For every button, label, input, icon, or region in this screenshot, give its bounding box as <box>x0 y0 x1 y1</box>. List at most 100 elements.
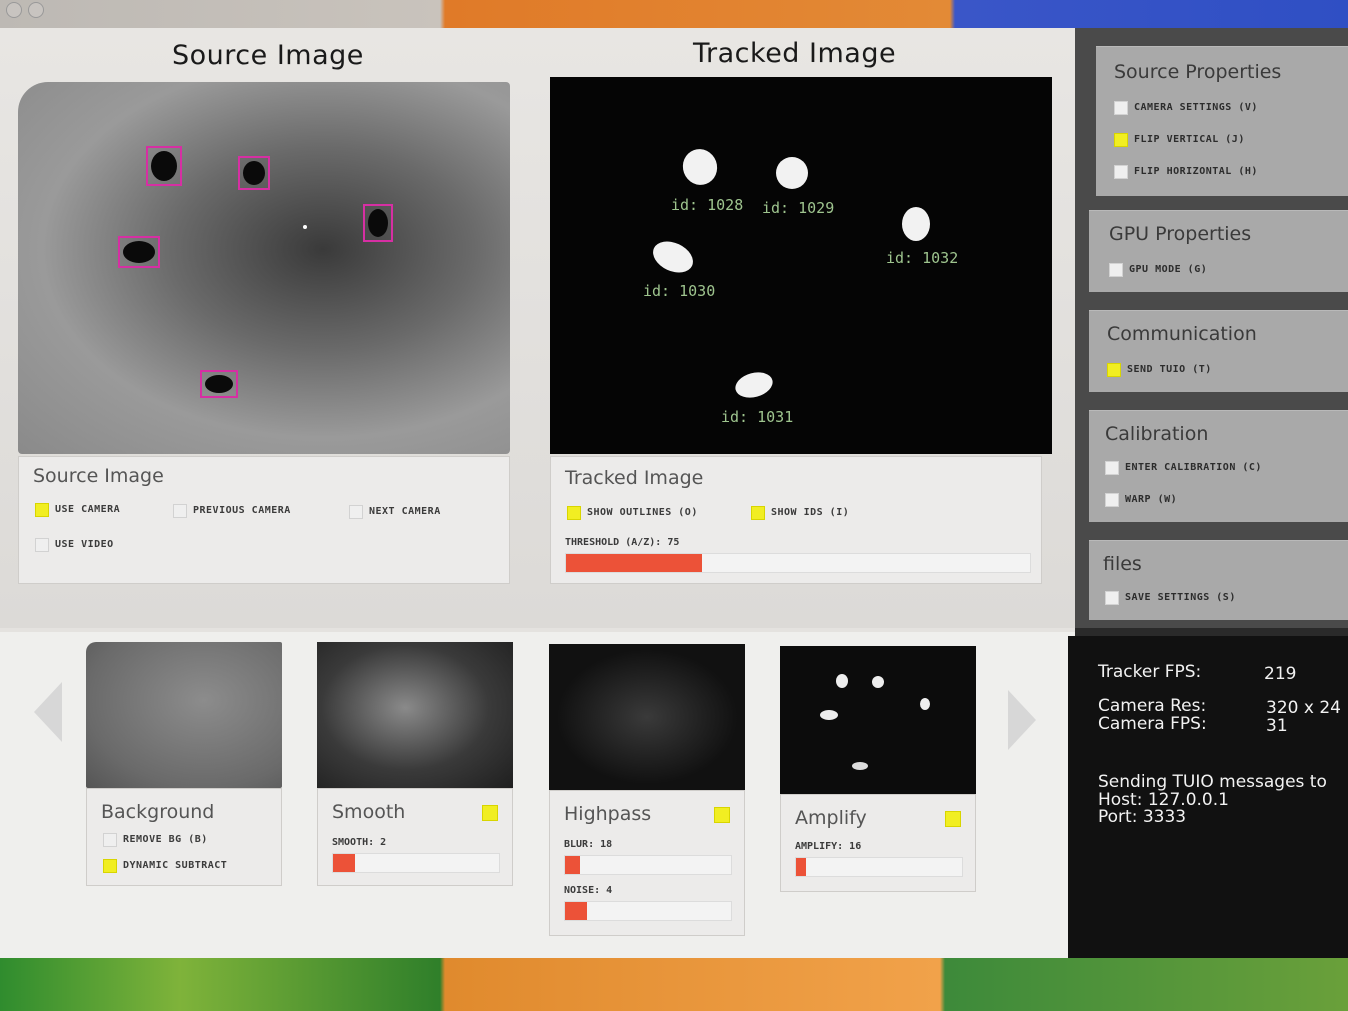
threshold-label: THRESHOLD (A/Z): 75 <box>565 537 680 548</box>
blur-slider-fill <box>565 856 580 874</box>
blob-id-label: id: 1031 <box>721 408 794 426</box>
use-video-checkbox[interactable] <box>35 538 49 552</box>
blob-marker <box>146 146 182 186</box>
blob-id-label: id: 1029 <box>762 199 835 217</box>
source-properties-panel: Source Properties CAMERA SETTINGS (V) FL… <box>1096 46 1348 196</box>
tracked-image-panel: Tracked Image SHOW OUTLINES (O) SHOW IDS… <box>550 456 1042 584</box>
amplify-slider[interactable] <box>795 857 963 877</box>
amplify-slider-fill <box>796 858 806 876</box>
camera-fps-value: 31 <box>1266 716 1288 736</box>
screen: Source Image Tracked Image id: 1028 id: … <box>0 0 1348 1011</box>
dynamic-subtract-checkbox[interactable] <box>103 859 117 873</box>
gpu-mode-label: GPU MODE (G) <box>1129 264 1208 275</box>
amplify-slider-label: AMPLIFY: 16 <box>795 841 862 852</box>
amplify-filter-title: Amplify <box>795 807 867 829</box>
smooth-filter-thumbnail <box>317 642 513 788</box>
remove-bg-checkbox[interactable] <box>103 833 117 847</box>
smooth-slider-fill <box>333 854 356 872</box>
camera-fps-label: Camera FPS: <box>1098 714 1207 734</box>
flip-vertical-checkbox[interactable] <box>1114 133 1128 147</box>
scroll-right-arrow-icon[interactable] <box>1008 690 1036 750</box>
previous-camera-label: PREVIOUS CAMERA <box>193 505 291 516</box>
dynamic-subtract-label: DYNAMIC SUBTRACT <box>123 860 228 871</box>
desktop-top-strip <box>0 0 1348 30</box>
background-filter-panel: Background REMOVE BG (B) DYNAMIC SUBTRAC… <box>86 788 282 886</box>
noise-slider[interactable] <box>564 901 732 921</box>
sending-tuio-label: Sending TUIO messages to <box>1098 772 1327 792</box>
source-image-panel: Source Image USE CAMERA PREVIOUS CAMERA … <box>18 456 510 584</box>
highpass-enable-toggle[interactable] <box>714 807 730 823</box>
blob-id-label: id: 1032 <box>886 249 959 267</box>
tracked-image-heading: Tracked Image <box>693 38 897 69</box>
tracked-blob <box>677 144 723 190</box>
highpass-filter-thumbnail <box>549 644 745 790</box>
blob-id-label: id: 1030 <box>643 282 716 300</box>
noise-slider-fill <box>565 902 588 920</box>
smooth-filter-title: Smooth <box>332 801 406 823</box>
highpass-filter-title: Highpass <box>564 803 652 825</box>
flip-vertical-label: FLIP VERTICAL (J) <box>1134 134 1245 145</box>
window-minimize-icon[interactable] <box>28 2 44 18</box>
tracked-blob <box>648 235 698 279</box>
gpu-properties-panel: GPU Properties GPU MODE (G) <box>1089 210 1348 292</box>
files-title: files <box>1103 553 1142 575</box>
save-settings-checkbox[interactable] <box>1105 591 1119 605</box>
smooth-slider[interactable] <box>332 853 500 873</box>
show-outlines-checkbox[interactable] <box>567 506 581 520</box>
show-ids-label: SHOW IDS (I) <box>771 507 850 518</box>
noise-slider-label: NOISE: 4 <box>564 885 613 896</box>
tracked-blob <box>902 207 930 241</box>
background-filter-thumbnail <box>86 642 282 788</box>
warp-label: WARP (W) <box>1125 494 1178 505</box>
blob-id-label: id: 1028 <box>671 196 744 214</box>
tracker-fps-value: 219 <box>1264 664 1297 684</box>
blur-slider[interactable] <box>564 855 732 875</box>
blob-marker <box>200 370 238 398</box>
camera-res-value: 320 x 24 <box>1266 698 1341 718</box>
highpass-filter-panel: Highpass BLUR: 18 NOISE: 4 <box>549 790 745 936</box>
scroll-left-arrow-icon[interactable] <box>34 682 62 742</box>
flip-horizontal-label: FLIP HORIZONTAL (H) <box>1134 166 1258 177</box>
enter-calibration-label: ENTER CALIBRATION (C) <box>1125 462 1262 473</box>
smooth-slider-label: SMOOTH: 2 <box>332 837 387 848</box>
background-filter-title: Background <box>101 801 215 823</box>
tracker-fps-label: Tracker FPS: <box>1098 662 1202 682</box>
calibration-title: Calibration <box>1105 423 1209 445</box>
blob-marker <box>238 156 270 190</box>
source-reference-dot <box>303 225 307 229</box>
previous-camera-checkbox[interactable] <box>173 504 187 518</box>
amplify-enable-toggle[interactable] <box>945 811 961 827</box>
blob-marker <box>363 204 393 242</box>
source-video-feed <box>18 82 510 454</box>
use-camera-checkbox[interactable] <box>35 503 49 517</box>
smooth-enable-toggle[interactable] <box>482 805 498 821</box>
use-video-label: USE VIDEO <box>55 539 114 550</box>
next-camera-checkbox[interactable] <box>349 505 363 519</box>
flip-horizontal-checkbox[interactable] <box>1114 165 1128 179</box>
threshold-slider[interactable] <box>565 553 1031 573</box>
window-close-icon[interactable] <box>6 2 22 18</box>
send-tuio-label: SEND TUIO (T) <box>1127 364 1212 375</box>
tuio-port-label: Port: 3333 <box>1098 807 1187 827</box>
use-camera-label: USE CAMERA <box>55 504 121 515</box>
gpu-mode-checkbox[interactable] <box>1109 263 1123 277</box>
tracked-video-feed: id: 1028 id: 1029 id: 1030 id: 1031 id: … <box>550 77 1052 454</box>
send-tuio-checkbox[interactable] <box>1107 363 1121 377</box>
tracked-panel-title: Tracked Image <box>565 467 704 489</box>
next-camera-label: NEXT CAMERA <box>369 506 441 517</box>
desktop-bottom-strip <box>0 958 1348 1011</box>
save-settings-label: SAVE SETTINGS (S) <box>1125 592 1236 603</box>
amplify-filter-panel: Amplify AMPLIFY: 16 <box>780 794 976 892</box>
camera-settings-checkbox[interactable] <box>1114 101 1128 115</box>
threshold-slider-fill <box>566 554 703 572</box>
source-panel-title: Source Image <box>33 465 164 487</box>
enter-calibration-checkbox[interactable] <box>1105 461 1119 475</box>
show-ids-checkbox[interactable] <box>751 506 765 520</box>
show-outlines-label: SHOW OUTLINES (O) <box>587 507 698 518</box>
warp-checkbox[interactable] <box>1105 493 1119 507</box>
stats-panel: Tracker FPS: 219 Camera Res: 320 x 24 Ca… <box>1068 636 1348 971</box>
camera-settings-label: CAMERA SETTINGS (V) <box>1134 102 1258 113</box>
tracked-blob <box>776 157 808 189</box>
gpu-properties-title: GPU Properties <box>1109 223 1252 245</box>
camera-res-label: Camera Res: <box>1098 696 1207 716</box>
